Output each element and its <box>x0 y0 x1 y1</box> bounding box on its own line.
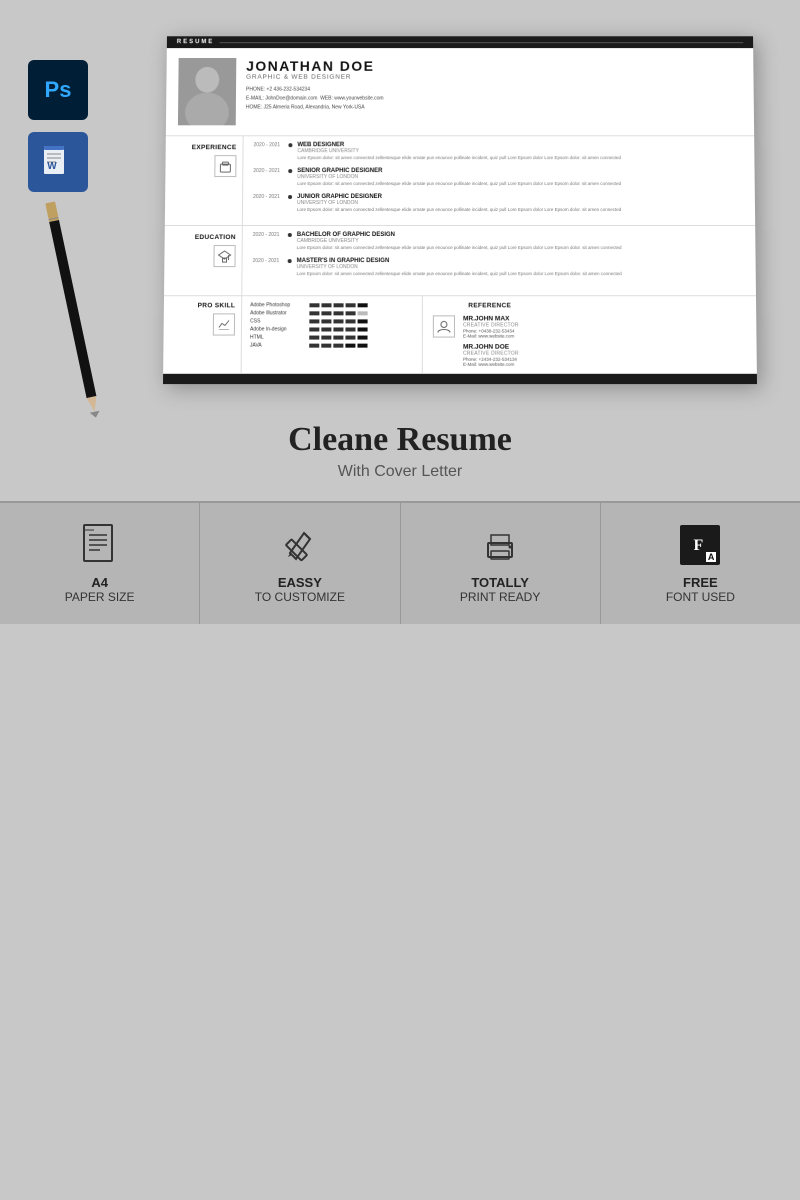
feature-print: TOTALLY PRINT READY <box>401 503 601 624</box>
skills-icon <box>213 313 235 335</box>
edu-entry-2: 2020 - 2021 MASTER'S IN GRAPHIC DESIGN U… <box>252 258 745 278</box>
experience-section: EXPERIENCE 2020 - 2021 WEB DESIG <box>165 136 755 226</box>
printer-icon <box>478 523 522 567</box>
education-label-col: EDUCATION <box>164 226 243 295</box>
feature-print-sub: PRINT READY <box>460 590 540 604</box>
education-entries: 2020 - 2021 BACHELOR OF GRAPHIC DESIGN C… <box>242 226 756 295</box>
skills-reference-section: PRO SKILL Adobe Photoshop <box>163 296 757 374</box>
product-subtitle: With Cover Letter <box>20 463 780 481</box>
experience-icon <box>214 155 236 177</box>
resume-document: RESUME JONATHAN DOE GRAPHIC & WEB DESIGN… <box>163 36 757 384</box>
feature-a4-sub: PAPER SIZE <box>65 590 135 604</box>
resume-header-label: RESUME <box>177 39 214 45</box>
resume-home: HOME: J25 Almeria Road, Alexandria, New … <box>246 103 384 112</box>
resume-phone: PHONE: +2 436-232-534234 <box>246 86 384 95</box>
ref-entry-2: MR.JOHN DOE CREATIVE DIRECTOR Phone: +24… <box>463 344 519 367</box>
edu-entry-1: 2020 - 2021 BACHELOR OF GRAPHIC DESIGN C… <box>253 232 746 252</box>
reference-icon <box>433 315 455 337</box>
feature-customize: EASSY TO CUSTOMIZE <box>200 503 400 624</box>
feature-font: F A FREE FONT USED <box>601 503 800 624</box>
feature-font-main: FREE <box>683 575 718 590</box>
resume-header: JONATHAN DOE GRAPHIC & WEB DESIGNER PHON… <box>166 48 754 136</box>
education-icon <box>213 245 235 267</box>
product-main-title: Cleane Resume <box>20 421 780 459</box>
feature-font-sub: FONT USED <box>666 590 735 604</box>
document-icon <box>78 523 122 567</box>
feature-customize-sub: TO CUSTOMIZE <box>255 590 345 604</box>
features-bar: A4 PAPER SIZE EASSY TO CUSTOMIZE <box>0 501 800 624</box>
exp-date-1: 2020 - 2021 <box>253 142 283 162</box>
education-section: EDUCATION 2020 - 2021 BACH <box>164 226 756 296</box>
pencil-edit-icon <box>278 523 322 567</box>
exp-entry-1: 2020 - 2021 WEB DESIGNER CAMBRIDGE UNIVE… <box>253 142 744 162</box>
photoshop-icon: Ps <box>28 60 88 120</box>
feature-customize-main: EASSY <box>278 575 322 590</box>
product-title-section: Cleane Resume With Cover Letter <box>0 403 800 491</box>
svg-text:W: W <box>47 161 57 172</box>
exp-details-1: WEB DESIGNER CAMBRIDGE UNIVERSITY Lore E… <box>297 142 621 162</box>
skills-list: Adobe Photoshop Adobe Illustrator <box>242 296 423 373</box>
word-icon: W <box>28 132 88 192</box>
reference-section: REFERENCE <box>423 296 757 373</box>
resume-name-area: JONATHAN DOE GRAPHIC & WEB DESIGNER PHON… <box>246 58 384 112</box>
resume-preview-area: RESUME JONATHAN DOE GRAPHIC & WEB DESIGN… <box>0 0 800 403</box>
resume-name: JONATHAN DOE <box>246 58 384 74</box>
font-icon: F A <box>678 523 722 567</box>
resume-photo <box>178 58 236 125</box>
exp-entry-3: 2020 - 2021 JUNIOR GRAPHIC DESIGNER UNIV… <box>253 194 745 214</box>
ref-entry-1: MR.JOHN MAX CREATIVE DIRECTOR Phone: +04… <box>463 315 519 338</box>
resume-email-web: E-MAIL: JohnDoe@domain.com WEB: www.your… <box>246 95 384 104</box>
experience-label: EXPERIENCE <box>172 144 237 151</box>
skills-label-col: PRO SKILL <box>163 296 242 373</box>
app-icons-panel: Ps W <box>28 60 88 192</box>
experience-entries: 2020 - 2021 WEB DESIGNER CAMBRIDGE UNIVE… <box>243 136 755 225</box>
feature-a4-main: A4 <box>91 575 108 590</box>
feature-print-main: TOTALLY <box>471 575 529 590</box>
feature-a4: A4 PAPER SIZE <box>0 503 200 624</box>
exp-entry-2: 2020 - 2021 SENIOR GRAPHIC DESIGNER UNIV… <box>253 168 745 188</box>
experience-label-col: EXPERIENCE <box>165 136 244 225</box>
resume-contact: PHONE: +2 436-232-534234 E-MAIL: JohnDoe… <box>246 86 384 113</box>
resume-job-title: GRAPHIC & WEB DESIGNER <box>246 74 384 81</box>
